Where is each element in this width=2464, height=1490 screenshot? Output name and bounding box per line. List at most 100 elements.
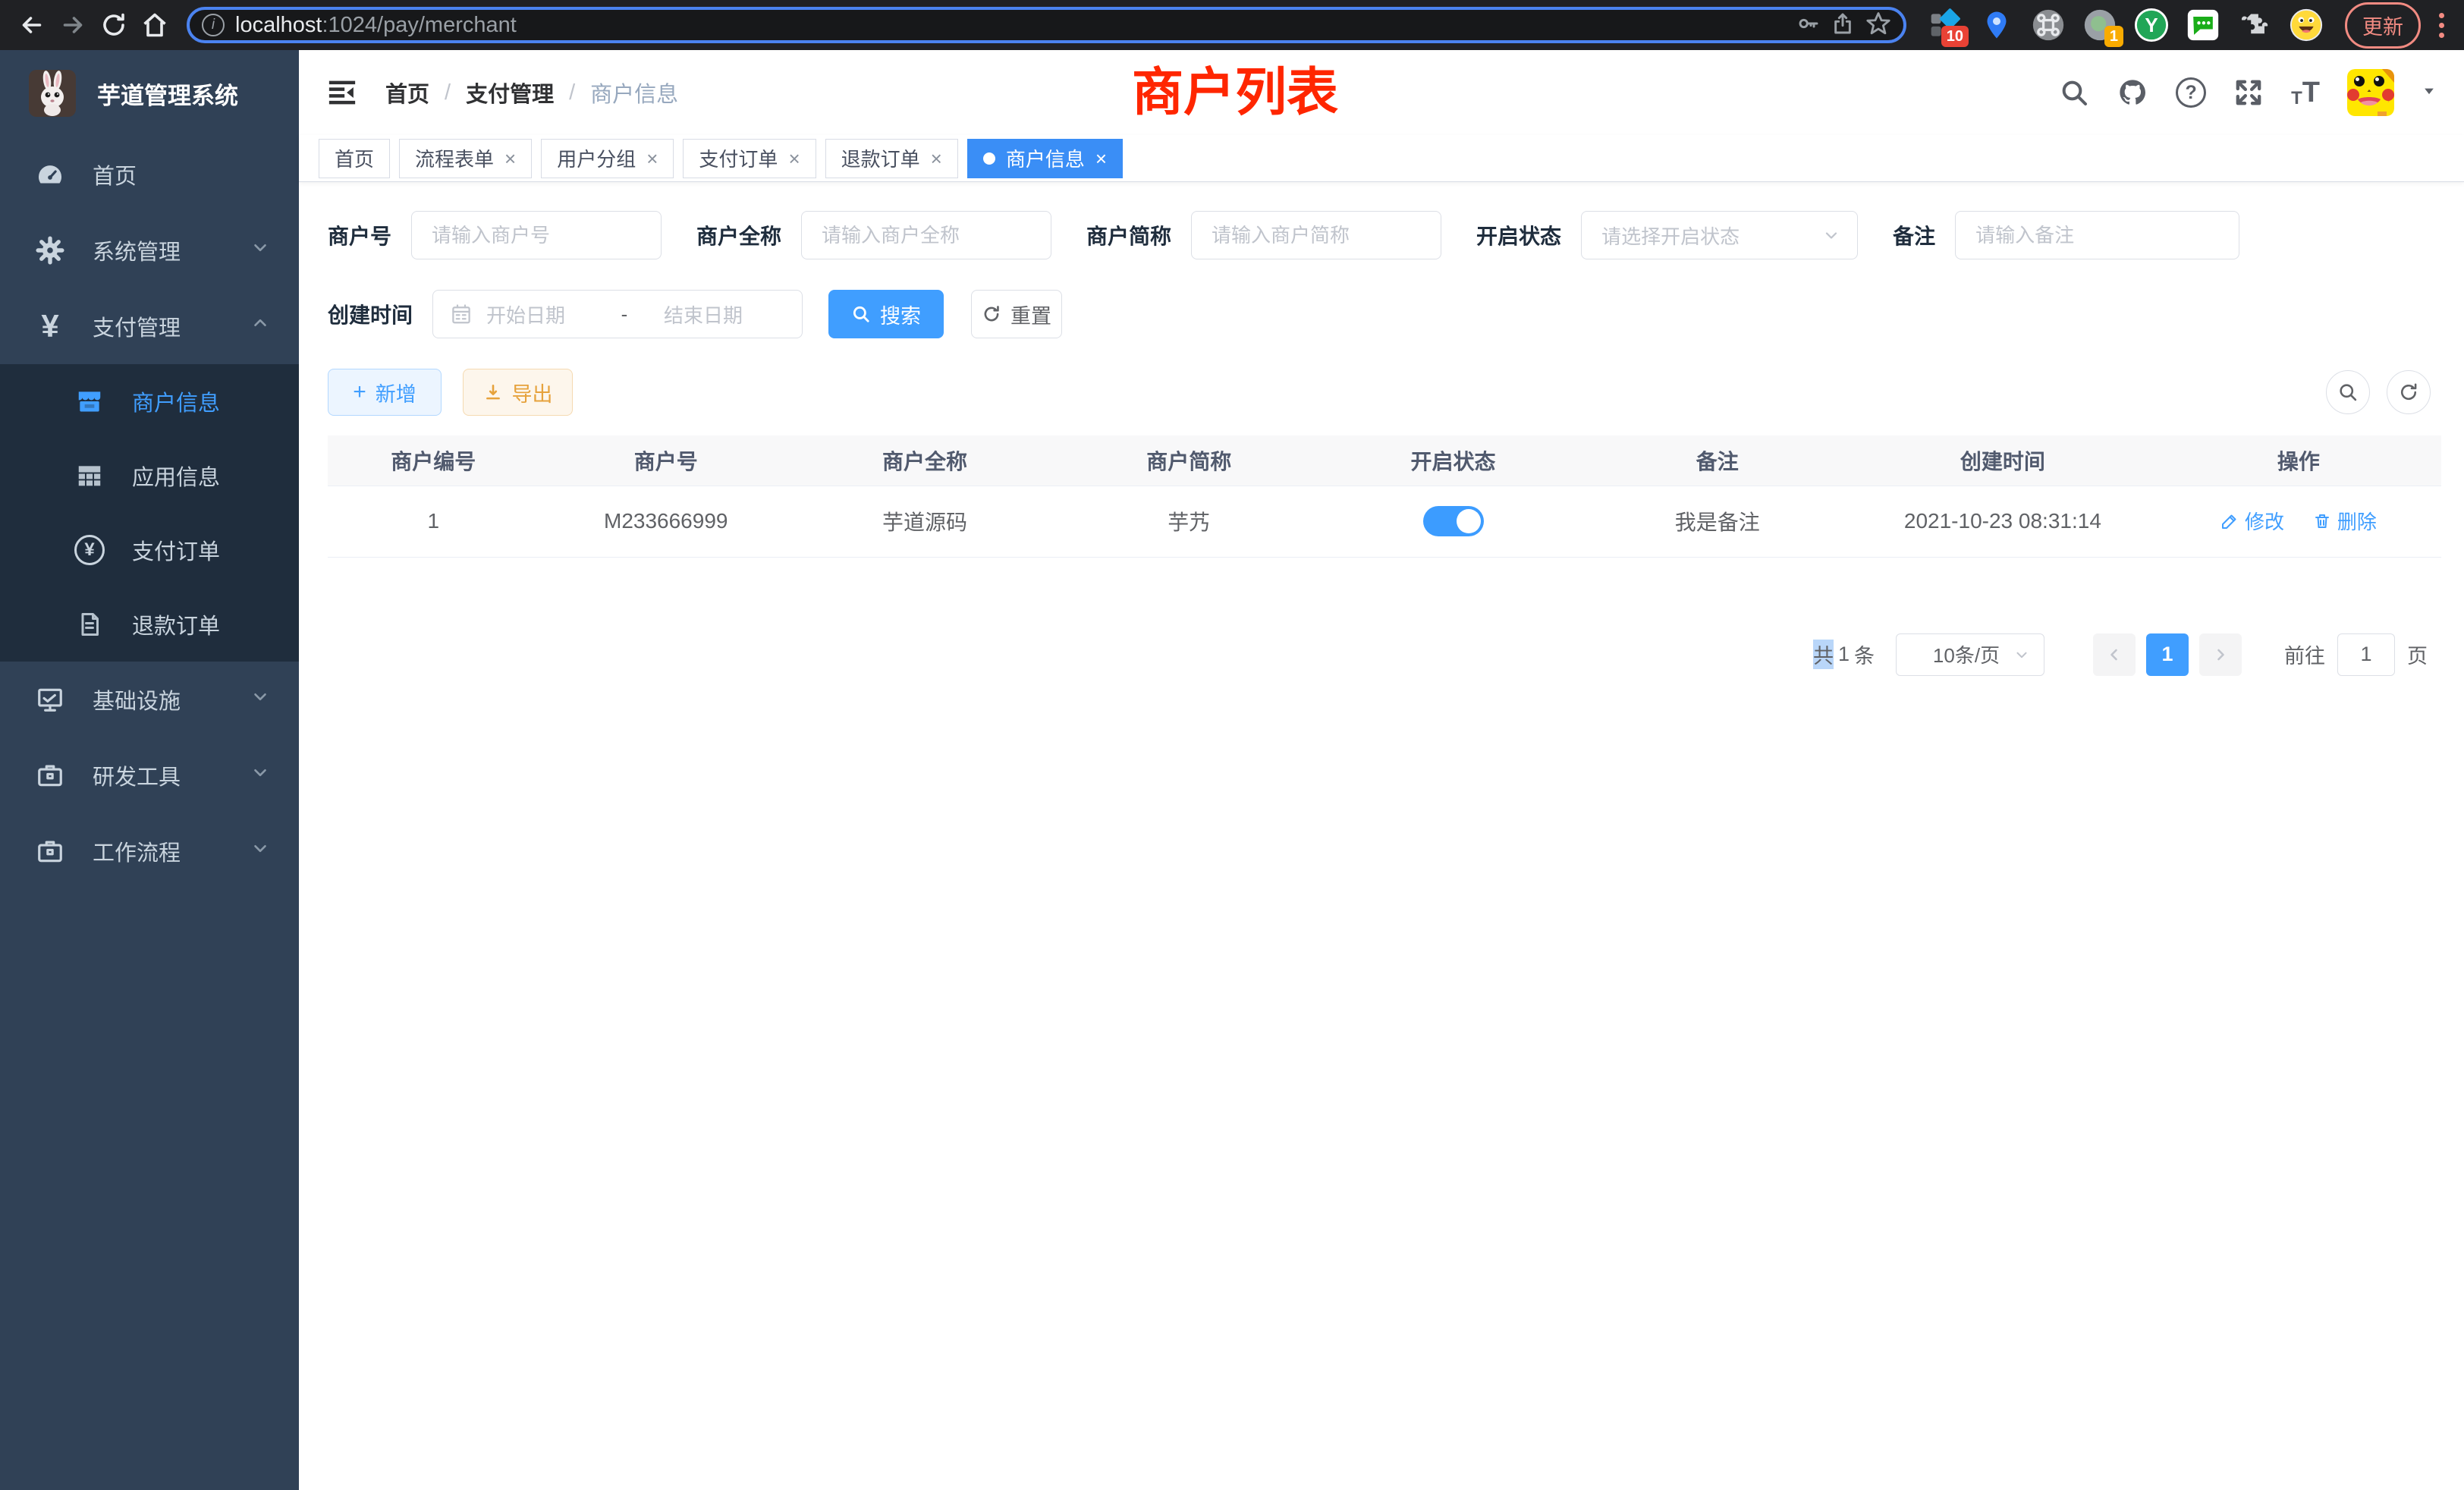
field-label: 商户全称 xyxy=(696,220,781,250)
sidebar-item-refund-order[interactable]: 退款订单 xyxy=(0,587,299,662)
sidebar-item-merchant-info[interactable]: 商户信息 xyxy=(0,364,299,439)
close-icon[interactable]: × xyxy=(931,149,942,168)
sidebar-item-pay-order[interactable]: 支付订单 xyxy=(0,513,299,587)
sidebar-item-system[interactable]: 系统管理 xyxy=(0,212,299,288)
chevron-down-icon xyxy=(250,838,270,864)
page-number-1[interactable]: 1 xyxy=(2146,633,2189,676)
back-icon[interactable] xyxy=(15,8,49,42)
delete-link[interactable]: 删除 xyxy=(2313,507,2377,535)
bookmark-star-icon[interactable] xyxy=(1865,11,1891,40)
toggle-search-button[interactable] xyxy=(2326,370,2370,414)
filter-row-2: 创建时间 开始日期 - 结束日期 搜索 重置 xyxy=(328,290,2441,338)
chevron-right-icon xyxy=(2211,646,2230,664)
user-avatar[interactable] xyxy=(2347,69,2394,116)
cell-create-time: 2021-10-23 08:31:14 xyxy=(1850,486,2156,557)
active-dot xyxy=(983,152,995,165)
tab-refund-order[interactable]: 退款订单 × xyxy=(825,139,958,178)
breadcrumb-separator: / xyxy=(445,80,451,105)
url-text[interactable]: localhost:1024/pay/merchant xyxy=(235,13,1785,38)
fullscreen-icon[interactable] xyxy=(2233,77,2264,108)
yen-icon xyxy=(33,310,67,342)
export-button[interactable]: 导出 xyxy=(463,369,573,416)
breadcrumb: 首页 / 支付管理 / 商户信息 xyxy=(385,77,678,108)
next-page-button[interactable] xyxy=(2199,633,2242,676)
font-size-icon[interactable] xyxy=(2291,77,2320,109)
user-menu-caret-icon[interactable] xyxy=(2422,83,2437,102)
short-name-input[interactable] xyxy=(1191,211,1441,259)
search-icon[interactable] xyxy=(2059,77,2089,108)
close-icon[interactable]: × xyxy=(788,149,800,168)
reset-button[interactable]: 重置 xyxy=(971,290,1062,338)
sidebar-menu: 首页 系统管理 支付管理 xyxy=(0,137,299,889)
extensions-puzzle-icon[interactable] xyxy=(2237,8,2272,42)
home-icon[interactable] xyxy=(138,8,171,42)
status-select[interactable]: 请选择开启状态 xyxy=(1581,211,1858,259)
help-icon[interactable] xyxy=(2176,77,2206,108)
sidebar-item-home[interactable]: 首页 xyxy=(0,137,299,212)
remark-input[interactable] xyxy=(1955,211,2239,259)
sidebar-item-devtools[interactable]: 研发工具 xyxy=(0,737,299,813)
sidebar-item-label: 商户信息 xyxy=(132,385,220,417)
chrome-update-button[interactable]: 更新 xyxy=(2345,2,2421,49)
close-icon[interactable]: × xyxy=(646,149,658,168)
prev-page-button[interactable] xyxy=(2093,633,2136,676)
extension-tiles-icon[interactable]: 10 xyxy=(1928,8,1963,42)
reload-icon[interactable] xyxy=(97,8,130,42)
close-icon[interactable]: × xyxy=(504,149,516,168)
forward-icon[interactable] xyxy=(56,8,90,42)
sidebar-item-infra[interactable]: 基础设施 xyxy=(0,662,299,737)
tab-user-group[interactable]: 用户分组 × xyxy=(541,139,674,178)
extension-y-icon[interactable]: Y xyxy=(2134,8,2169,42)
sidebar-logo-row[interactable]: 芋道管理系统 xyxy=(0,50,299,137)
merchant-no-input[interactable] xyxy=(411,211,662,259)
filter-row-1: 商户号 商户全称 商户简称 开启状态 请选择开启状态 xyxy=(328,211,2441,259)
sidebar-collapse-icon[interactable] xyxy=(326,77,358,108)
extension-pin-icon[interactable] xyxy=(1979,8,2014,42)
page-size-select[interactable]: 10条/页 xyxy=(1896,633,2044,676)
sidebar-item-label: 首页 xyxy=(93,159,137,190)
tab-pay-order[interactable]: 支付订单 × xyxy=(683,139,816,178)
url-bar[interactable]: localhost:1024/pay/merchant xyxy=(187,7,1906,43)
topbar-actions xyxy=(2059,69,2437,116)
sidebar-item-app-info[interactable]: 应用信息 xyxy=(0,439,299,513)
refresh-table-button[interactable] xyxy=(2387,370,2431,414)
yen-circle-icon xyxy=(73,535,106,565)
sidebar-item-pay[interactable]: 支付管理 xyxy=(0,288,299,364)
extension-chat-icon[interactable] xyxy=(2186,8,2220,42)
search-button[interactable]: 搜索 xyxy=(828,290,944,338)
chrome-menu-icon[interactable] xyxy=(2439,13,2444,38)
extension-command-icon[interactable] xyxy=(2031,8,2066,42)
extension-emoji-icon[interactable] xyxy=(2289,8,2324,42)
app-title: 芋道管理系统 xyxy=(97,77,238,111)
tab-label: 用户分组 xyxy=(557,144,636,172)
pagination: 共 1 条 10条/页 1 前往 页 xyxy=(328,633,2441,676)
breadcrumb-pay[interactable]: 支付管理 xyxy=(466,77,554,108)
date-range-picker[interactable]: 开始日期 - 结束日期 xyxy=(432,290,803,338)
goto-label: 前往 xyxy=(2284,640,2325,669)
share-icon[interactable] xyxy=(1831,11,1855,39)
status-toggle[interactable] xyxy=(1423,506,1484,536)
sidebar-item-workflow[interactable]: 工作流程 xyxy=(0,813,299,889)
close-icon[interactable]: × xyxy=(1095,149,1107,168)
add-button[interactable]: 新增 xyxy=(328,369,442,416)
goto-page-input[interactable] xyxy=(2337,633,2395,676)
total-prefix: 共 xyxy=(1813,640,1834,669)
export-button-label: 导出 xyxy=(512,378,553,407)
full-name-input[interactable] xyxy=(801,211,1051,259)
extension-gray-circle-icon[interactable]: 1 xyxy=(2082,8,2117,42)
breadcrumb-current: 商户信息 xyxy=(590,77,678,108)
topbar: 首页 / 支付管理 / 商户信息 xyxy=(299,50,2464,135)
page-info-icon[interactable] xyxy=(202,14,225,36)
password-key-icon[interactable] xyxy=(1796,11,1820,39)
tab-home[interactable]: 首页 xyxy=(319,139,390,178)
tab-process-form[interactable]: 流程表单 × xyxy=(399,139,532,178)
tab-merchant-info[interactable]: 商户信息 × xyxy=(967,139,1123,178)
merchant-table: 商户编号 商户号 商户全称 商户简称 开启状态 备注 创建时间 操作 1 M23… xyxy=(328,435,2441,558)
plus-icon xyxy=(353,379,366,405)
extension-letter: Y xyxy=(2145,14,2158,37)
tab-label: 商户信息 xyxy=(1006,144,1085,172)
breadcrumb-home[interactable]: 首页 xyxy=(385,77,429,108)
document-icon xyxy=(73,611,106,638)
edit-link[interactable]: 修改 xyxy=(2220,507,2284,535)
github-icon[interactable] xyxy=(2117,77,2148,108)
